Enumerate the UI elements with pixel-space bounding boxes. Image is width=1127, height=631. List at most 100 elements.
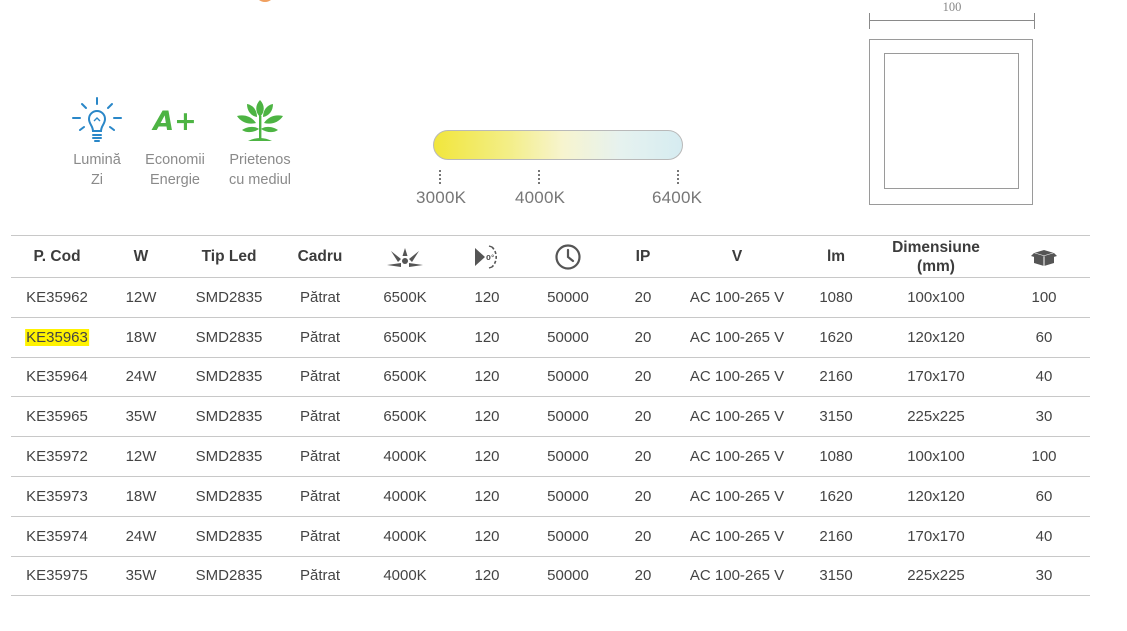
cct-tick-3000 <box>439 170 441 184</box>
table-row: KE35963 18W SMD2835 Pătrat 6500K 120 50000 20 AC… <box>11 318 1090 358</box>
dimension-cap-right <box>1034 13 1035 29</box>
table-row: KE35974 24W SMD2835 Pătrat 4000K 120 50000 20 AC… <box>11 517 1090 557</box>
cell-beam-angle-text: 120 <box>474 567 500 585</box>
cell-lifetime: 50000 <box>547 477 589 516</box>
header-voltage: V <box>731 247 743 265</box>
cell-watt-text: 35W <box>125 408 157 426</box>
cell-watt-text: 24W <box>125 368 157 386</box>
cell-lumen: 1080 <box>819 278 852 317</box>
cell-color-temp-text: 6500K <box>383 408 427 426</box>
cell-watt: 24W <box>126 517 157 556</box>
cell-frame: Pătrat <box>300 557 340 596</box>
cell-lumen: 3150 <box>819 557 852 596</box>
cell-beam-angle: 120 <box>474 517 499 556</box>
cell-lumen-text: 2160 <box>819 527 853 545</box>
cell-beam-angle-text: 120 <box>474 527 500 545</box>
cell-frame: Pătrat <box>300 437 340 476</box>
cell-color-temp-text: 4000K <box>383 567 427 585</box>
cell-color-temp-text: 4000K <box>383 527 427 545</box>
cell-lumen: 2160 <box>819 358 852 397</box>
cell-voltage: AC 100-265 V <box>690 278 784 317</box>
table-row: KE35964 24W SMD2835 Pătrat 6500K 120 50000 20 AC… <box>11 358 1090 398</box>
cell-lumen-text: 1620 <box>819 328 853 346</box>
cell-lifetime-text: 50000 <box>547 448 589 466</box>
cell-lifetime-text: 50000 <box>547 408 589 426</box>
cell-dimension-text: 225x225 <box>907 567 965 585</box>
cell-lifetime: 50000 <box>547 437 589 476</box>
cell-watt: 24W <box>126 358 157 397</box>
cell-watt: 35W <box>126 557 157 596</box>
cell-led-type: SMD2835 <box>196 437 263 476</box>
cell-lifetime-text: 50000 <box>547 567 589 585</box>
cell-led-type: SMD2835 <box>196 517 263 556</box>
cell-led-type-text: SMD2835 <box>195 288 263 306</box>
cell-lifetime-text: 50000 <box>547 328 589 346</box>
cell-pack-qty: 30 <box>1036 397 1053 436</box>
cell-voltage-text: AC 100-265 V <box>689 567 785 585</box>
cell-color-temp-text: 4000K <box>383 448 427 466</box>
cell-code: KE35974 <box>26 517 88 556</box>
cell-beam-angle: 120 <box>474 437 499 476</box>
header-ip: IP <box>635 247 651 265</box>
cell-ip: 20 <box>635 318 652 357</box>
cell-dimension: 120x120 <box>907 477 965 516</box>
cell-lifetime-text: 50000 <box>547 288 589 306</box>
cell-color-temp: 6500K <box>383 318 426 357</box>
cell-code-text: KE35974 <box>26 527 88 545</box>
feature-label-energy: Economii Energie <box>145 152 205 188</box>
cell-voltage-text: AC 100-265 V <box>689 368 785 386</box>
cell-watt-text: 18W <box>125 487 157 505</box>
cell-frame: Pătrat <box>300 358 340 397</box>
cell-voltage: AC 100-265 V <box>690 437 784 476</box>
cell-lumen-text: 1080 <box>819 288 853 306</box>
cell-voltage-text: AC 100-265 V <box>689 448 785 466</box>
cell-lumen-text: 1080 <box>819 448 853 466</box>
cell-pack-qty: 60 <box>1036 477 1053 516</box>
cell-beam-angle-text: 120 <box>474 368 500 386</box>
cell-pack-qty-text: 100 <box>1031 448 1057 466</box>
cell-led-type-text: SMD2835 <box>195 448 263 466</box>
cell-pack-qty-text: 60 <box>1035 487 1053 505</box>
cell-watt-text: 12W <box>125 288 157 306</box>
cell-ip: 20 <box>635 557 652 596</box>
table-row: KE35965 35W SMD2835 Pătrat 6500K 120 50000 20 AC… <box>11 397 1090 438</box>
cell-dimension-text: 225x225 <box>907 408 965 426</box>
cell-dimension: 120x120 <box>907 318 965 357</box>
header-watt: W <box>133 247 149 265</box>
cell-lumen: 3150 <box>819 397 852 436</box>
cell-frame: Pătrat <box>300 397 340 436</box>
cell-ip: 20 <box>635 477 652 516</box>
cell-led-type-text: SMD2835 <box>195 567 263 585</box>
cell-dimension: 225x225 <box>907 397 965 436</box>
cell-ip-text: 20 <box>634 328 652 346</box>
cell-watt-text: 12W <box>125 448 157 466</box>
light-bulb-icon <box>52 92 142 150</box>
cell-lifetime: 50000 <box>547 318 589 357</box>
cell-lifetime: 50000 <box>547 517 589 556</box>
header-code: P. Cod <box>33 247 81 265</box>
cell-voltage: AC 100-265 V <box>690 397 784 436</box>
cell-dimension: 170x170 <box>907 358 965 397</box>
cell-lumen: 2160 <box>819 517 852 556</box>
cell-dimension-text: 100x100 <box>907 448 965 466</box>
cell-pack-qty: 100 <box>1031 278 1056 317</box>
cell-pack-qty: 60 <box>1036 318 1053 357</box>
cell-color-temp: 6500K <box>383 397 426 436</box>
dimension-width-label: 100 <box>942 0 962 14</box>
cell-led-type: SMD2835 <box>196 557 263 596</box>
cell-beam-angle: 120 <box>474 358 499 397</box>
color-temperature-icon <box>385 236 425 277</box>
svg-text:0°: 0° <box>486 254 494 262</box>
cell-lifetime: 50000 <box>547 358 589 397</box>
dimension-line <box>869 20 1035 21</box>
cell-pack-qty-text: 40 <box>1035 527 1053 545</box>
cell-ip: 20 <box>635 397 652 436</box>
cell-watt: 18W <box>126 477 157 516</box>
cell-lumen-text: 3150 <box>819 567 853 585</box>
cell-beam-angle: 120 <box>474 397 499 436</box>
cell-code: KE35973 <box>26 477 88 516</box>
cell-frame: Pătrat <box>300 477 340 516</box>
beam-angle-icon: 0° <box>470 236 504 277</box>
cct-tick-6400 <box>677 170 679 184</box>
cell-led-type-text: SMD2835 <box>195 527 263 545</box>
